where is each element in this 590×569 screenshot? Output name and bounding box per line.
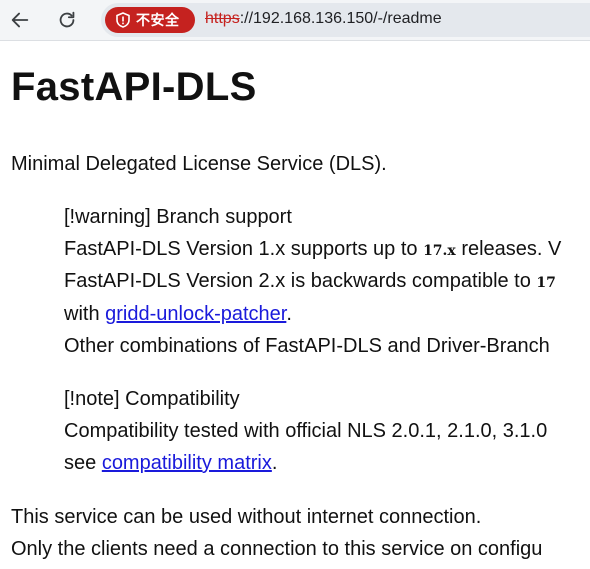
note-heading: [!note] Compatibility bbox=[64, 388, 240, 410]
intro-text: Minimal Delegated License Service (DLS). bbox=[11, 153, 387, 175]
warning-line-4: Other combinations of FastAPI-DLS and Dr… bbox=[64, 335, 550, 357]
note-line-2: see compatibility matrix. bbox=[64, 451, 277, 475]
compatibility-matrix-link[interactable]: compatibility matrix bbox=[102, 452, 272, 474]
version-code: 17.x bbox=[423, 243, 456, 259]
warning-line-2: FastAPI-DLS Version 2.x is backwards com… bbox=[64, 269, 556, 295]
browser-toolbar: 不安全 https://192.168.136.150/-/readme bbox=[0, 0, 590, 41]
back-button[interactable] bbox=[4, 4, 36, 36]
version-code: 17 bbox=[536, 275, 556, 291]
warning-line-3-text: with bbox=[64, 303, 106, 325]
warning-line-3-tail: . bbox=[286, 303, 292, 325]
security-warning-chip[interactable]: 不安全 bbox=[105, 7, 195, 33]
note-line-2-text: see bbox=[64, 452, 102, 474]
reload-button[interactable] bbox=[51, 4, 83, 36]
url-path: ://192.168.136.150/-/readme bbox=[239, 10, 442, 27]
reload-icon bbox=[59, 11, 75, 28]
warning-shield-icon bbox=[116, 12, 130, 28]
address-bar[interactable]: 不安全 https://192.168.136.150/-/readme bbox=[101, 3, 590, 37]
url-scheme: https bbox=[205, 10, 240, 27]
warning-line-2-text: FastAPI-DLS Version 2.x is backwards com… bbox=[64, 270, 537, 292]
warning-line-1-text: FastAPI-DLS Version 1.x supports up to bbox=[64, 238, 424, 260]
note-line-2-tail: . bbox=[271, 452, 278, 474]
warning-line-1: FastAPI-DLS Version 1.x supports up to 1… bbox=[64, 237, 561, 263]
arrow-left-icon bbox=[11, 12, 29, 28]
page-title: FastAPI-DLS bbox=[11, 65, 257, 109]
gridd-unlock-patcher-link[interactable]: gridd-unlock-patcher bbox=[105, 303, 286, 325]
warning-heading: [!warning] Branch support bbox=[64, 206, 292, 228]
note-line-1: Compatibility tested with official NLS 2… bbox=[64, 420, 548, 442]
paragraph-offline: This service can be used without interne… bbox=[11, 506, 482, 528]
warning-line-1-tail: releases. V bbox=[455, 238, 562, 260]
paragraph-clients: Only the clients need a connection to th… bbox=[11, 538, 543, 560]
warning-line-3: with gridd-unlock-patcher. bbox=[64, 302, 292, 326]
url-text[interactable]: https://192.168.136.150/-/readme bbox=[205, 10, 442, 28]
page-content: FastAPI-DLS Minimal Delegated License Se… bbox=[0, 41, 590, 569]
security-label: 不安全 bbox=[136, 12, 180, 28]
